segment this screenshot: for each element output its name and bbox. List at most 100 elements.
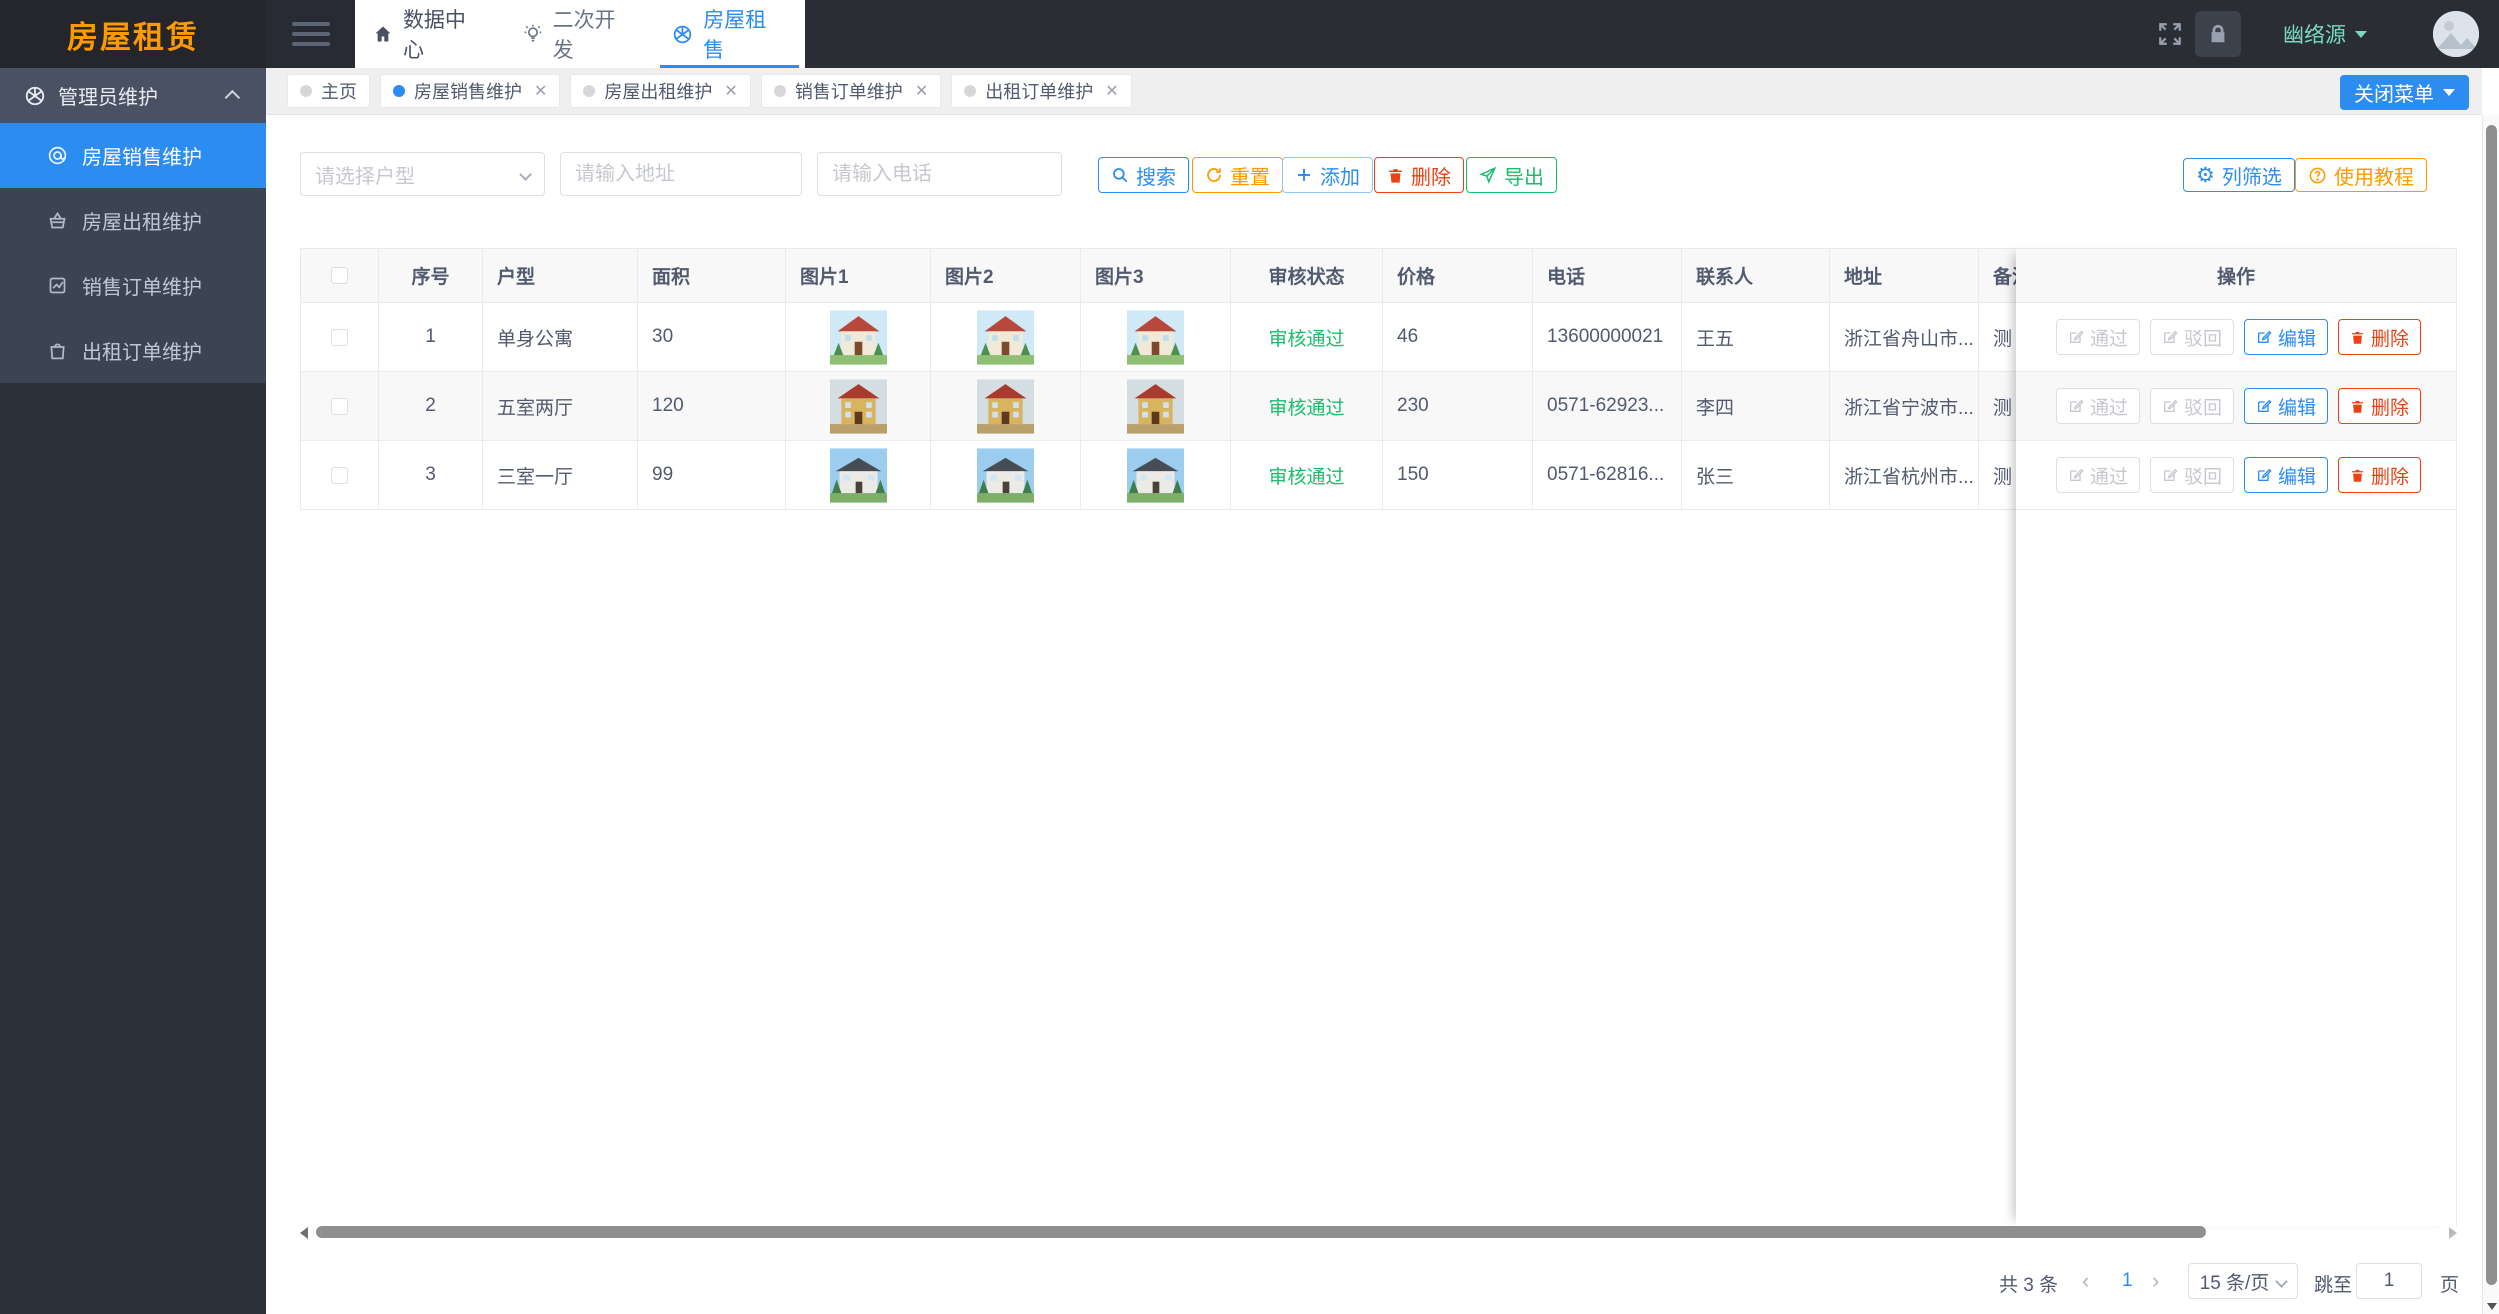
caret-down-icon	[2443, 89, 2455, 96]
tab-house-rent[interactable]: 房屋出租维护 ✕	[570, 74, 750, 108]
row-delete-button[interactable]: 删除	[2338, 319, 2421, 355]
nav-item-secondary-dev[interactable]: 二次开发	[505, 0, 655, 68]
cell-phone: 13600000021	[1533, 303, 1682, 371]
cell-contact: 李四	[1682, 372, 1830, 440]
row-checkbox[interactable]	[331, 398, 348, 415]
tutorial-button[interactable]: 使用教程	[2295, 158, 2427, 192]
cell-image1[interactable]	[786, 441, 931, 509]
approve-button[interactable]: 通过	[2056, 319, 2140, 355]
cell-address: 浙江省宁波市...	[1830, 372, 1979, 440]
cell-image3[interactable]	[1081, 372, 1231, 440]
row-checkbox[interactable]	[331, 467, 348, 484]
search-button[interactable]: 搜索	[1098, 157, 1189, 193]
nav-item-house-rent-sale[interactable]: 房屋租售	[654, 0, 805, 68]
edit-icon	[2256, 398, 2272, 414]
cell-address: 浙江省舟山市...	[1830, 303, 1979, 371]
sidebar-group-label: 管理员维护	[58, 81, 158, 110]
sidebar-item-house-sale[interactable]: 房屋销售维护	[0, 123, 266, 188]
tab-home[interactable]: 主页	[287, 74, 370, 108]
reject-button[interactable]: 驳回	[2150, 388, 2234, 424]
export-button[interactable]: 导出	[1466, 157, 1557, 193]
delete-button[interactable]: 删除	[1374, 157, 1464, 193]
edit-button[interactable]: 编辑	[2244, 457, 2328, 493]
refresh-icon	[1205, 166, 1223, 184]
cell-image2[interactable]	[931, 303, 1081, 371]
sidebar-item-sale-orders[interactable]: 销售订单维护	[0, 253, 266, 318]
avatar[interactable]	[2433, 11, 2479, 57]
sidebar-item-rent-orders[interactable]: 出租订单维护	[0, 318, 266, 383]
cell-price: 230	[1383, 372, 1533, 440]
sidebar-toggle-button[interactable]	[266, 0, 355, 68]
reject-label: 驳回	[2184, 462, 2222, 489]
close-icon[interactable]: ✕	[724, 81, 737, 101]
prev-page-button[interactable]: ‹	[2082, 1268, 2089, 1294]
home-icon	[373, 24, 393, 44]
cell-contact: 王五	[1682, 303, 1830, 371]
cell-image2[interactable]	[931, 372, 1081, 440]
user-menu[interactable]: 幽络源	[2283, 19, 2367, 49]
col-header-status: 审核状态	[1231, 249, 1383, 302]
export-label: 导出	[1504, 161, 1544, 190]
approve-button[interactable]: 通过	[2056, 388, 2140, 424]
tab-rent-orders[interactable]: 出租订单维护 ✕	[951, 74, 1131, 108]
edit-button[interactable]: 编辑	[2244, 388, 2328, 424]
reset-button[interactable]: 重置	[1192, 157, 1283, 193]
sidebar-item-house-rent[interactable]: 房屋出租维护	[0, 188, 266, 253]
approve-button[interactable]: 通过	[2056, 457, 2140, 493]
tab-house-sale[interactable]: 房屋销售维护 ✕	[380, 74, 560, 108]
avatar-image-icon	[2433, 11, 2479, 57]
house-type-select[interactable]: 请选择户型	[300, 152, 545, 196]
row-delete-label: 删除	[2371, 324, 2409, 351]
tab-sale-orders[interactable]: 销售订单维护 ✕	[761, 74, 941, 108]
row-checkbox[interactable]	[331, 329, 348, 346]
tabbar: 主页 房屋销售维护 ✕ 房屋出租维护 ✕ 销售订单维护 ✕ 出租订单维护 ✕ 关…	[266, 68, 2482, 115]
tab-label: 销售订单维护	[795, 78, 903, 104]
close-icon[interactable]: ✕	[1105, 81, 1118, 101]
horizontal-scrollbar-thumb[interactable]	[316, 1226, 2206, 1238]
add-button[interactable]: 添加	[1282, 157, 1373, 193]
page-size-select[interactable]: 15 条/页	[2188, 1263, 2298, 1299]
sidebar-group-admin[interactable]: 管理员维护	[0, 68, 266, 123]
lock-button[interactable]	[2195, 11, 2241, 57]
jump-label: 跳至	[2314, 1270, 2352, 1297]
cell-type: 三室一厅	[483, 441, 638, 509]
address-input[interactable]	[560, 152, 802, 196]
cell-image3[interactable]	[1081, 303, 1231, 371]
close-icon[interactable]: ✕	[534, 81, 547, 101]
next-page-button[interactable]: ›	[2152, 1268, 2159, 1294]
cell-remark: 测	[1979, 303, 2016, 371]
close-menu-button[interactable]: 关闭菜单	[2340, 75, 2469, 110]
edit-icon	[2068, 467, 2084, 483]
scroll-left-arrow-icon[interactable]	[300, 1227, 308, 1239]
cell-phone: 0571-62923...	[1533, 372, 1682, 440]
close-icon[interactable]: ✕	[915, 81, 928, 101]
edit-label: 编辑	[2278, 462, 2316, 489]
app-logo: 房屋租赁	[0, 0, 266, 68]
vertical-scrollbar-thumb[interactable]	[2486, 125, 2497, 1285]
trash-icon	[2350, 330, 2365, 345]
current-page[interactable]: 1	[2122, 1270, 2133, 1292]
scroll-down-arrow-icon[interactable]	[2487, 1303, 2497, 1310]
scroll-right-arrow-icon[interactable]	[2449, 1227, 2457, 1239]
status-badge: 审核通过	[1268, 324, 1344, 351]
row-delete-label: 删除	[2371, 462, 2409, 489]
fullscreen-icon[interactable]	[2157, 21, 2183, 47]
cell-image1[interactable]	[786, 303, 931, 371]
reject-button[interactable]: 驳回	[2150, 457, 2234, 493]
row-delete-button[interactable]: 删除	[2338, 388, 2421, 424]
row-delete-button[interactable]: 删除	[2338, 457, 2421, 493]
reject-button[interactable]: 驳回	[2150, 319, 2234, 355]
phone-input[interactable]	[817, 152, 1062, 196]
cell-image2[interactable]	[931, 441, 1081, 509]
column-filter-button[interactable]: ⚙ 列筛选	[2183, 158, 2295, 192]
select-all-checkbox[interactable]	[331, 267, 348, 284]
edit-button[interactable]: 编辑	[2244, 319, 2328, 355]
cell-image3[interactable]	[1081, 441, 1231, 509]
cell-image1[interactable]	[786, 372, 931, 440]
nav-item-data-center[interactable]: 数据中心	[355, 0, 505, 68]
app-title: 房屋租赁	[67, 12, 199, 57]
tab-dot-icon	[300, 85, 312, 97]
jump-page-input[interactable]	[2356, 1263, 2422, 1299]
sidebar-item-label: 销售订单维护	[82, 271, 202, 300]
col-header-actions: 操作	[2016, 248, 2456, 303]
